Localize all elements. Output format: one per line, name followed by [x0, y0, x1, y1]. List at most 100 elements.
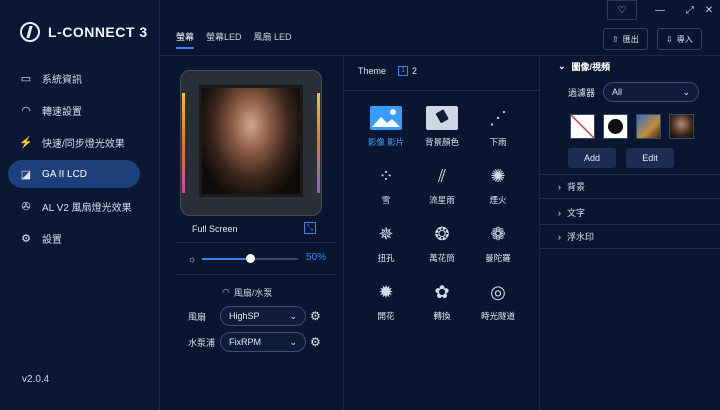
media-thumbnails: [570, 114, 694, 139]
import-button[interactable]: ⇩ 導入: [657, 28, 702, 50]
theme-item-meteor[interactable]: ⫽ 流星雨: [414, 162, 470, 206]
theme-item-snow[interactable]: ⁘ 雪: [358, 162, 414, 206]
filter-select[interactable]: All ⌄: [603, 82, 700, 102]
lightbulb-icon: ♡: [617, 4, 627, 16]
theme-item-kaleidoscope[interactable]: ❂ 萬花筒: [414, 220, 470, 264]
close-button[interactable]: ✕: [698, 0, 720, 20]
theme-item-label: 開花: [377, 311, 395, 321]
tab-screen[interactable]: 螢幕: [176, 30, 195, 49]
divider: [540, 198, 720, 199]
swirl-icon: ✵: [378, 223, 394, 244]
brightness-knob[interactable]: [246, 254, 255, 263]
export-button[interactable]: ⇧ 匯出: [603, 28, 648, 50]
theme-item-firework[interactable]: ✺ 煙火: [470, 162, 526, 206]
lianli-logo-icon: [608, 119, 623, 134]
section-watermark[interactable]: › 浮水印: [558, 230, 594, 243]
tab-screen-led[interactable]: 螢幕LED: [206, 30, 242, 49]
add-button[interactable]: Add: [568, 148, 616, 168]
theme-item-swirl[interactable]: ✵ 扭孔: [358, 220, 414, 264]
divider: [540, 224, 720, 225]
chevron-down-icon: ⌄: [289, 336, 297, 347]
sidebar-item-fan-lighting[interactable]: ✇ AL V2 風扇燈光效果: [8, 192, 140, 220]
brightness-value: 50%: [305, 252, 326, 263]
theme-item-label: 影像 影片: [367, 137, 405, 147]
firework-icon: ✺: [490, 165, 506, 186]
theme-item-label: 雪: [381, 195, 391, 205]
section-title: 背景: [567, 182, 586, 192]
theme-panel: Theme 1 2 影像 影片 背景顏色 ⋰ 下雨 ⁘ 雪 ⫽ 流星雨 ✺ 煙火…: [344, 56, 540, 410]
fan-pump-title: ◠ 風扇/水泵: [222, 286, 272, 299]
theme-item-label: 下雨: [489, 137, 507, 147]
theme-item-transform[interactable]: ✿ 轉換: [414, 278, 470, 322]
theme-item-label: 流星雨: [429, 195, 455, 205]
page-2-button[interactable]: 2: [412, 66, 417, 76]
kaleidoscope-icon: ❂: [434, 223, 450, 244]
fullscreen-icon[interactable]: ⤡: [304, 222, 316, 234]
divider: [176, 274, 336, 275]
theme-pagination: 1 2: [398, 66, 417, 76]
sidebar-nav: ▭ 系統資訊 ◠ 轉速設置 ⚡ 快速/同步燈光效果 ◪ GA II LCD ✇ …: [8, 64, 140, 256]
theme-item-label: 轉換: [433, 311, 451, 321]
expand-icon: ⤢: [686, 4, 694, 16]
thumbnail-logo[interactable]: [603, 114, 628, 139]
divider: [540, 248, 720, 249]
pump-label: 水泵浦: [188, 337, 216, 348]
fan-mode-value: HighSP: [229, 311, 260, 321]
thumbnail-photo-1[interactable]: [636, 114, 661, 139]
fan-settings-gear-icon[interactable]: ⚙: [310, 309, 321, 323]
sidebar-item-label: 設置: [42, 234, 62, 246]
edit-button[interactable]: Edit: [626, 148, 674, 168]
fan-mode-select[interactable]: HighSP ⌄: [220, 306, 306, 326]
pump-settings-gear-icon[interactable]: ⚙: [310, 335, 321, 349]
theme-item-bloom[interactable]: ✹ 開花: [358, 278, 414, 322]
lcd-icon: ◪: [20, 168, 32, 181]
divider: [540, 174, 720, 175]
sidebar-item-system-info[interactable]: ▭ 系統資訊: [8, 64, 140, 92]
section-title: 圖像/視頻: [571, 62, 611, 72]
paint-icon: [425, 104, 459, 132]
meteor-icon: ⫽: [437, 165, 447, 186]
monitor-icon: ▭: [20, 72, 32, 85]
lcd-led-left: [182, 93, 185, 193]
theme-item-label: 時光隧道: [480, 311, 515, 321]
sidebar-item-quick-sync[interactable]: ⚡ 快速/同步燈光效果: [8, 128, 140, 156]
section-image-video[interactable]: ⌄ 圖像/視頻: [558, 60, 610, 73]
chevron-right-icon: ›: [558, 181, 561, 192]
sidebar-item-label: 快速/同步燈光效果: [42, 138, 125, 150]
preview-photo: [202, 88, 300, 194]
sidebar-item-lcd[interactable]: ◪ GA II LCD: [8, 160, 140, 188]
theme-item-label: 煙火: [489, 195, 507, 205]
export-icon: ⇧: [612, 34, 619, 44]
theme-item-label: 扭孔: [377, 253, 395, 263]
lightbulb-button[interactable]: ♡: [607, 0, 637, 20]
image-icon: [369, 104, 403, 132]
theme-header: Theme 1 2: [358, 66, 417, 76]
pump-mode-select[interactable]: FixRPM ⌄: [220, 332, 306, 352]
section-background[interactable]: › 背景: [558, 180, 585, 193]
sidebar-item-settings[interactable]: ⚙ 設置: [8, 224, 140, 252]
fan-control-row: 風扇 HighSP ⌄ ⚙: [188, 306, 321, 326]
thumbnail-photo-2[interactable]: [669, 114, 694, 139]
divider: [176, 242, 336, 243]
tab-fan-led[interactable]: 風扇 LED: [254, 30, 292, 49]
mandala-icon: ❁: [490, 223, 506, 244]
minimize-icon: —: [655, 4, 665, 16]
thumbnail-none[interactable]: [570, 114, 595, 139]
theme-item-mandala[interactable]: ❁ 曼陀羅: [470, 220, 526, 264]
theme-item-image-video[interactable]: 影像 影片: [358, 104, 414, 148]
bolt-icon: ⚡: [19, 136, 33, 149]
theme-item-tunnel[interactable]: ◎ 時光隧道: [470, 278, 526, 322]
export-label: 匯出: [622, 34, 639, 44]
theme-item-rain[interactable]: ⋰ 下雨: [470, 104, 526, 148]
bloom-icon: ✹: [378, 281, 394, 302]
minimize-button[interactable]: —: [645, 0, 675, 20]
close-icon: ✕: [704, 4, 714, 16]
theme-item-bg-color[interactable]: 背景顏色: [414, 104, 470, 148]
preview-panel: Full Screen ⤡ ☼ 50% ◠ 風扇/水泵 風扇 HighSP ⌄ …: [160, 56, 344, 410]
chevron-down-icon: ⌄: [558, 61, 566, 71]
page-1-button[interactable]: 1: [398, 66, 409, 76]
sidebar-item-label: 系統資訊: [42, 74, 82, 86]
section-text[interactable]: › 文字: [558, 206, 585, 219]
sidebar-item-speed[interactable]: ◠ 轉速設置: [8, 96, 140, 124]
version-label: v2.0.4: [22, 374, 50, 385]
